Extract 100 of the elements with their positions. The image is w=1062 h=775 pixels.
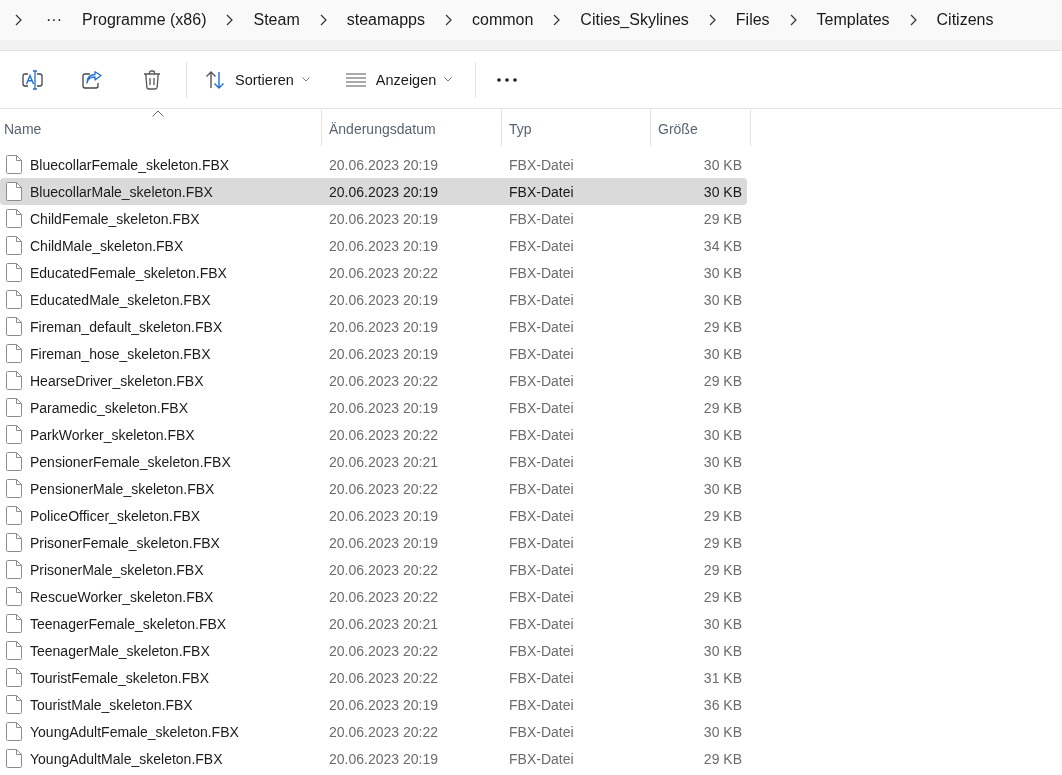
file-size: 30 KB bbox=[702, 642, 743, 659]
file-row[interactable]: YoungAdultFemale_skeleton.FBX 20.06.2023 20:22 FBX-Datei 30 KB bbox=[0, 718, 747, 745]
breadcrumb-item[interactable]: Citizens bbox=[928, 4, 1002, 36]
more-icon bbox=[497, 77, 518, 82]
chevron-down-icon bbox=[301, 77, 310, 82]
file-type: FBX-Datei bbox=[508, 237, 575, 254]
modified-date: 20.06.2023 20:19 bbox=[328, 183, 439, 200]
file-row[interactable]: Fireman_default_skeleton.FBX 20.06.2023 20:19 FBX-Datei 29 KB bbox=[0, 313, 747, 340]
file-size: 29 KB bbox=[702, 561, 743, 578]
modified-date: 20.06.2023 20:21 bbox=[328, 453, 439, 470]
file-name: TeenagerMale_skeleton.FBX bbox=[30, 642, 210, 659]
file-icon bbox=[6, 587, 22, 606]
chevron-right-icon[interactable] bbox=[445, 14, 452, 26]
file-icon bbox=[6, 749, 22, 768]
file-icon bbox=[6, 695, 22, 714]
file-row[interactable]: TeenagerMale_skeleton.FBX 20.06.2023 20:22 FBX-Datei 30 KB bbox=[0, 637, 747, 664]
modified-date: 20.06.2023 20:19 bbox=[328, 534, 439, 551]
file-type: FBX-Datei bbox=[508, 291, 575, 308]
column-header[interactable]: Größe bbox=[651, 109, 751, 146]
chevron-right-icon[interactable] bbox=[319, 14, 327, 26]
file-icon bbox=[6, 371, 22, 390]
chevron-right-icon[interactable] bbox=[909, 14, 917, 26]
view-button[interactable]: Anzeigen bbox=[336, 61, 462, 98]
file-size: 31 KB bbox=[702, 669, 743, 686]
file-row[interactable]: TeenagerFemale_skeleton.FBX 20.06.2023 20:21 FBX-Datei 30 KB bbox=[0, 610, 747, 637]
file-row[interactable]: TouristFemale_skeleton.FBX 20.06.2023 20:22 FBX-Datei 31 KB bbox=[0, 664, 747, 691]
file-row[interactable]: PrisonerFemale_skeleton.FBX 20.06.2023 20:19 FBX-Datei 29 KB bbox=[0, 529, 747, 556]
file-type: FBX-Datei bbox=[508, 561, 575, 578]
file-row[interactable]: EducatedFemale_skeleton.FBX 20.06.2023 20:22 FBX-Datei 30 KB bbox=[0, 259, 747, 286]
file-type: FBX-Datei bbox=[508, 183, 575, 200]
modified-date: 20.06.2023 20:21 bbox=[328, 615, 439, 632]
file-name: ParkWorker_skeleton.FBX bbox=[30, 426, 195, 443]
file-row[interactable]: HearseDriver_skeleton.FBX 20.06.2023 20:22 FBX-Datei 29 KB bbox=[0, 367, 747, 394]
file-size: 29 KB bbox=[702, 372, 743, 389]
breadcrumb-item[interactable]: Files bbox=[727, 4, 778, 36]
file-size: 29 KB bbox=[702, 318, 743, 335]
file-type: FBX-Datei bbox=[508, 345, 575, 362]
file-size: 30 KB bbox=[702, 264, 743, 281]
breadcrumb-item[interactable]: Cities_Skylines bbox=[572, 4, 697, 36]
file-type: FBX-Datei bbox=[508, 264, 575, 281]
modified-date: 20.06.2023 20:22 bbox=[328, 372, 439, 389]
chevron-right-icon[interactable] bbox=[226, 14, 234, 26]
modified-date: 20.06.2023 20:19 bbox=[328, 318, 439, 335]
file-row[interactable]: PensionerFemale_skeleton.FBX 20.06.2023 20:21 FBX-Datei 30 KB bbox=[0, 448, 747, 475]
breadcrumb-overflow-button[interactable]: ··· bbox=[34, 4, 74, 36]
file-size: 29 KB bbox=[702, 507, 743, 524]
file-row[interactable]: Fireman_hose_skeleton.FBX 20.06.2023 20:19 FBX-Datei 30 KB bbox=[0, 340, 747, 367]
file-row[interactable]: RescueWorker_skeleton.FBX 20.06.2023 20:22 FBX-Datei 29 KB bbox=[0, 583, 747, 610]
file-icon bbox=[6, 155, 22, 174]
file-row[interactable]: BluecollarMale_skeleton.FBX 20.06.2023 20:19 FBX-Datei 30 KB bbox=[0, 178, 747, 205]
rename-icon bbox=[21, 69, 43, 90]
file-name: BluecollarMale_skeleton.FBX bbox=[30, 183, 213, 200]
file-size: 29 KB bbox=[702, 750, 743, 767]
file-row[interactable]: PrisonerMale_skeleton.FBX 20.06.2023 20:22 FBX-Datei 29 KB bbox=[0, 556, 747, 583]
sort-button[interactable]: Sortieren bbox=[196, 61, 319, 98]
file-icon bbox=[6, 263, 22, 282]
file-row[interactable]: YoungAdultMale_skeleton.FBX 20.06.2023 20:19 FBX-Datei 29 KB bbox=[0, 745, 747, 772]
breadcrumb-item[interactable]: common bbox=[464, 4, 542, 36]
file-icon bbox=[6, 425, 22, 444]
file-size: 30 KB bbox=[702, 183, 743, 200]
chevron-right-icon[interactable] bbox=[708, 14, 716, 26]
file-size: 30 KB bbox=[702, 615, 743, 632]
file-type: FBX-Datei bbox=[508, 696, 575, 713]
file-icon bbox=[6, 452, 22, 471]
file-name: PrisonerFemale_skeleton.FBX bbox=[30, 534, 220, 551]
file-type: FBX-Datei bbox=[508, 156, 575, 173]
file-row[interactable]: PensionerMale_skeleton.FBX 20.06.2023 20:22 FBX-Datei 30 KB bbox=[0, 475, 747, 502]
breadcrumb-item[interactable]: Programme (x86) bbox=[74, 4, 215, 36]
column-header[interactable]: Name bbox=[0, 109, 322, 146]
modified-date: 20.06.2023 20:22 bbox=[328, 642, 439, 659]
modified-date: 20.06.2023 20:19 bbox=[328, 507, 439, 524]
sort-caret-icon bbox=[151, 110, 164, 117]
file-size: 36 KB bbox=[702, 696, 743, 713]
file-size: 29 KB bbox=[702, 588, 743, 605]
file-size: 30 KB bbox=[702, 156, 743, 173]
chevron-right-icon[interactable] bbox=[553, 14, 561, 26]
column-header[interactable]: Änderungsdatum bbox=[322, 109, 502, 146]
modified-date: 20.06.2023 20:19 bbox=[328, 156, 439, 173]
file-row[interactable]: BluecollarFemale_skeleton.FBX 20.06.2023 20:19 FBX-Datei 30 KB bbox=[0, 151, 747, 178]
file-name: YoungAdultFemale_skeleton.FBX bbox=[30, 723, 239, 740]
file-icon bbox=[6, 182, 22, 201]
file-name: PoliceOfficer_skeleton.FBX bbox=[30, 507, 201, 524]
file-icon bbox=[6, 209, 22, 228]
breadcrumb-item[interactable]: steamapps bbox=[338, 4, 433, 36]
file-row[interactable]: ChildMale_skeleton.FBX 20.06.2023 20:19 FBX-Datei 34 KB bbox=[0, 232, 747, 259]
file-row[interactable]: TouristMale_skeleton.FBX 20.06.2023 20:19 FBX-Datei 36 KB bbox=[0, 691, 747, 718]
column-header[interactable]: Typ bbox=[502, 109, 651, 146]
breadcrumb-item[interactable]: Steam bbox=[245, 4, 308, 36]
breadcrumb-item[interactable]: Templates bbox=[808, 4, 898, 36]
file-row[interactable]: ChildFemale_skeleton.FBX 20.06.2023 20:19 FBX-Datei 29 KB bbox=[0, 205, 747, 232]
file-row[interactable]: PoliceOfficer_skeleton.FBX 20.06.2023 20:19 FBX-Datei 29 KB bbox=[0, 502, 747, 529]
modified-date: 20.06.2023 20:19 bbox=[328, 291, 439, 308]
file-type: FBX-Datei bbox=[508, 723, 575, 740]
trash-icon bbox=[143, 69, 161, 90]
file-icon bbox=[6, 668, 22, 687]
file-row[interactable]: EducatedMale_skeleton.FBX 20.06.2023 20:19 FBX-Datei 30 KB bbox=[0, 286, 747, 313]
chevron-right-icon[interactable] bbox=[15, 14, 22, 26]
chevron-right-icon[interactable] bbox=[789, 14, 797, 26]
file-row[interactable]: ParkWorker_skeleton.FBX 20.06.2023 20:22 FBX-Datei 30 KB bbox=[0, 421, 747, 448]
file-row[interactable]: Paramedic_skeleton.FBX 20.06.2023 20:19 FBX-Datei 29 KB bbox=[0, 394, 747, 421]
